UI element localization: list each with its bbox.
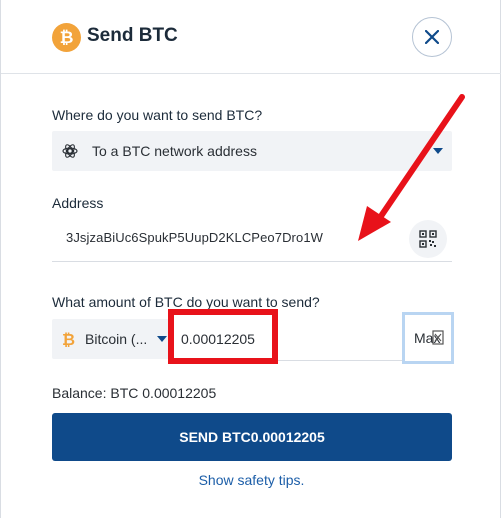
annotation-arrow-icon — [358, 94, 465, 241]
send-btc-dialog: ₿ Send BTC Where do you want to send BTC… — [0, 0, 501, 518]
